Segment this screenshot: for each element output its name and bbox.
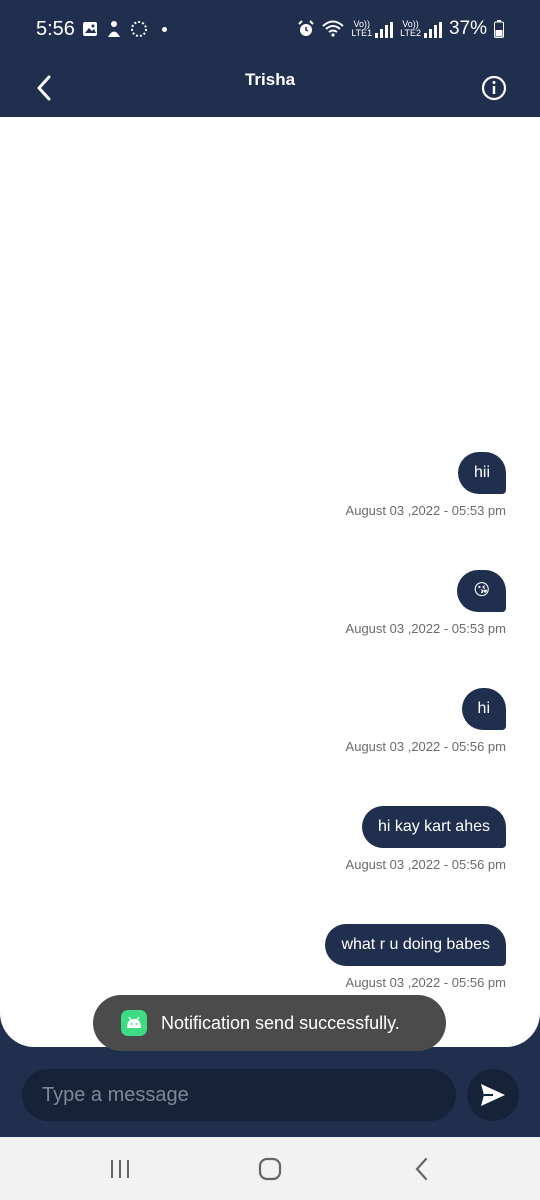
toast-text: Notification send successfully.: [161, 1012, 400, 1033]
more-notifications-dot: [162, 26, 167, 32]
message-timestamp: August 03 ,2022 - 05:53 pm: [345, 621, 506, 636]
message-bubble[interactable]: 😘: [457, 570, 506, 612]
back-arrow-icon: [415, 1157, 428, 1180]
message-input[interactable]: [22, 1069, 456, 1121]
message-bubble[interactable]: hi: [461, 688, 506, 730]
status-bar: 5:56 Vo)) LTE1 Vo)) LTE2 37%: [0, 0, 540, 58]
recent-apps-icon: [111, 1159, 129, 1178]
message-bubble[interactable]: hii: [457, 452, 506, 494]
info-icon: [481, 75, 507, 101]
sim1-lte-label: LTE1: [351, 28, 373, 38]
home-icon: [258, 1157, 282, 1180]
sim2-signal-icon: [423, 22, 442, 38]
recent-apps-button[interactable]: [80, 1137, 160, 1200]
chat-header: Trisha: [0, 58, 540, 118]
sim1-indicator: Vo)) LTE1: [351, 20, 394, 38]
sim1-signal-icon: [375, 22, 394, 38]
alarm-icon: [298, 20, 314, 36]
loading-icon: [131, 21, 147, 37]
toast-notification: Notification send successfully.: [93, 995, 446, 1051]
gallery-icon: [83, 22, 97, 36]
status-notification-icons: [82, 20, 167, 38]
status-system-icons: Vo)) LTE1 Vo)) LTE2 37%: [297, 18, 504, 40]
app-notification-icon: [108, 21, 120, 37]
battery-percent: 37%: [448, 18, 487, 39]
sim2-lte-label: LTE2: [400, 28, 421, 38]
message-timestamp: August 03 ,2022 - 05:56 pm: [345, 857, 506, 872]
message-timestamp: August 03 ,2022 - 05:56 pm: [345, 739, 506, 754]
battery-icon: [494, 20, 504, 38]
nav-back-button[interactable]: [382, 1137, 462, 1200]
message-bubble[interactable]: what r u doing babes: [325, 924, 506, 966]
home-button[interactable]: [230, 1137, 310, 1200]
wifi-icon: [322, 20, 344, 37]
system-nav-bar: [0, 1137, 540, 1200]
android-app-icon: [121, 1010, 147, 1036]
status-time: 5:56: [36, 18, 75, 40]
send-button[interactable]: [467, 1069, 519, 1121]
send-icon: [481, 1084, 505, 1106]
message-bubble[interactable]: hi kay kart ahes: [361, 806, 506, 848]
sim2-indicator: Vo)) LTE2: [400, 20, 442, 38]
info-button[interactable]: [474, 68, 514, 108]
message-timestamp: August 03 ,2022 - 05:56 pm: [345, 975, 506, 990]
message-timestamp: August 03 ,2022 - 05:53 pm: [345, 503, 506, 518]
contact-name: Trisha: [244, 70, 296, 89]
message-list[interactable]: hii August 03 ,2022 - 05:53 pm 😘 August …: [0, 117, 540, 1047]
